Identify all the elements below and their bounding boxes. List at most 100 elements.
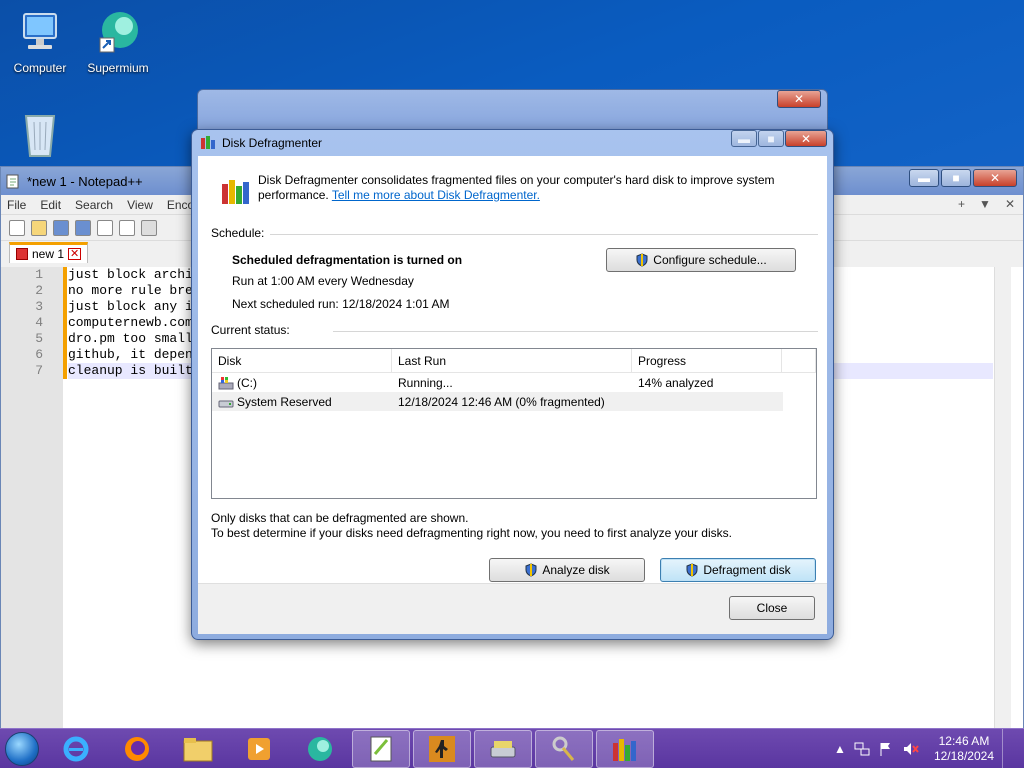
close-dialog-button[interactable]: Close xyxy=(729,596,815,620)
desktop-icon-supermium[interactable]: Supermium xyxy=(78,8,158,75)
line-number: 2 xyxy=(35,283,43,298)
line-number: 1 xyxy=(35,267,43,282)
notepad-doc-controls: + ▼ ✕ xyxy=(958,197,1015,211)
notepad-app-icon xyxy=(6,174,19,189)
show-desktop-button[interactable] xyxy=(1002,729,1016,768)
column-filler xyxy=(782,349,816,372)
background-close-button[interactable]: ✕ xyxy=(777,90,821,108)
notepad-title: *new 1 - Notepad++ xyxy=(27,173,143,189)
line-number-gutter: 1 2 3 4 5 6 7 xyxy=(1,267,63,729)
recycle-bin-icon xyxy=(24,115,56,157)
vertical-scrollbar[interactable] xyxy=(994,267,1011,729)
configure-schedule-button[interactable]: Configure schedule... xyxy=(606,248,796,272)
shield-icon xyxy=(686,563,698,577)
column-disk[interactable]: Disk xyxy=(212,349,392,372)
taskbar-supermium[interactable] xyxy=(291,730,349,768)
status-divider xyxy=(333,331,818,332)
menu-edit[interactable]: Edit xyxy=(40,198,61,212)
start-button[interactable] xyxy=(0,729,44,768)
new-file-icon[interactable] xyxy=(9,219,25,236)
network-icon[interactable] xyxy=(854,741,870,757)
disk-cell: (C:) xyxy=(212,376,392,390)
line-number: 4 xyxy=(35,315,43,330)
note-line-2: To best determine if your disks need def… xyxy=(211,526,732,540)
volume-muted-icon[interactable] xyxy=(902,741,920,757)
notepadpp-icon xyxy=(370,736,392,761)
menu-search[interactable]: Search xyxy=(75,198,113,212)
schedule-status: Scheduled defragmentation is turned on xyxy=(232,253,463,267)
save-all-icon[interactable] xyxy=(75,219,91,236)
disk-name: (C:) xyxy=(237,375,257,390)
maximize-button[interactable]: ■ xyxy=(941,169,971,187)
disk-name: System Reserved xyxy=(237,394,332,409)
dialog-close-button[interactable]: ✕ xyxy=(785,130,827,147)
desktop-icon-computer[interactable]: Computer xyxy=(0,8,80,75)
desktop-icon-recycle-bin[interactable] xyxy=(0,108,80,165)
dialog-title: Disk Defragmenter xyxy=(222,136,323,150)
taskbar-explorer[interactable] xyxy=(169,730,227,768)
print-icon[interactable] xyxy=(141,219,157,236)
dialog-maximize-button[interactable]: ■ xyxy=(758,130,784,147)
action-center-flag-icon[interactable] xyxy=(878,741,894,757)
tab-new-1[interactable]: new 1 ✕ xyxy=(9,242,89,263)
progress-cell: 14% analyzed xyxy=(638,375,714,390)
taskbar-ie[interactable] xyxy=(47,730,105,768)
dialog-minimize-button[interactable]: ▬ xyxy=(731,130,757,147)
last-run-cell: Running... xyxy=(398,375,453,390)
close-button[interactable]: ✕ xyxy=(973,169,1017,187)
column-progress[interactable]: Progress xyxy=(632,349,782,372)
windows-orb-icon xyxy=(5,731,39,766)
analyze-disk-button[interactable]: Analyze disk xyxy=(489,558,645,582)
drive-icon xyxy=(218,400,234,407)
disk-cell: System Reserved xyxy=(212,395,392,409)
taskbar-media-player[interactable] xyxy=(230,730,288,768)
disk-row[interactable]: System Reserved 12/18/2024 12:46 AM (0% … xyxy=(212,392,783,411)
desktop-icon-label: Computer xyxy=(13,61,67,75)
configure-schedule-label: Configure schedule... xyxy=(653,253,767,267)
menu-view[interactable]: View xyxy=(127,198,153,212)
close-doc-icon[interactable]: ✕ xyxy=(1005,197,1015,211)
current-status-header: Current status: xyxy=(211,323,290,337)
taskbar-drive-tool[interactable] xyxy=(474,729,532,768)
file-modified-icon xyxy=(16,248,28,260)
tab-close-icon[interactable]: ✕ xyxy=(68,248,82,260)
dialog-footer: Close xyxy=(198,583,827,634)
close-label: Close xyxy=(756,601,788,615)
disk-list[interactable]: Disk Last Run Progress (C:) Running... 1… xyxy=(211,348,817,499)
defrag-icon xyxy=(613,738,636,761)
taskbar-game[interactable] xyxy=(413,729,471,768)
line-number: 6 xyxy=(35,347,43,362)
media-player-icon xyxy=(248,737,270,760)
defragment-disk-button[interactable]: Defragment disk xyxy=(660,558,816,582)
taskbar-firefox[interactable] xyxy=(108,730,166,768)
close-all-icon[interactable] xyxy=(119,219,135,236)
firefox-icon xyxy=(125,736,149,761)
clock[interactable]: 12:46 AM 12/18/2024 xyxy=(934,734,994,764)
shield-icon xyxy=(525,563,537,577)
note-line-1: Only disks that can be defragmented are … xyxy=(211,511,469,525)
taskbar-tools[interactable] xyxy=(535,729,593,768)
defragment-disk-label: Defragment disk xyxy=(703,563,791,577)
column-last-run[interactable]: Last Run xyxy=(392,349,632,372)
system-tray: ▲ 12:46 AM 12/18/2024 xyxy=(834,729,1024,768)
minimize-button[interactable]: ▬ xyxy=(909,169,939,187)
taskbar-disk-defragmenter[interactable] xyxy=(596,729,654,768)
defrag-large-icon xyxy=(222,180,249,204)
save-icon[interactable] xyxy=(53,219,69,236)
dialog-client: Disk Defragmenter consolidates fragmente… xyxy=(198,156,827,634)
close-file-icon[interactable] xyxy=(97,219,113,236)
taskbar: ▲ 12:46 AM 12/18/2024 xyxy=(0,728,1024,768)
tray-expand-icon[interactable]: ▲ xyxy=(834,742,846,756)
last-run-cell: 12/18/2024 12:46 AM (0% fragmented) xyxy=(398,394,605,409)
tab-label: new 1 xyxy=(32,247,65,261)
analyze-disk-label: Analyze disk xyxy=(542,563,610,577)
tab-list-icon[interactable]: ▼ xyxy=(979,197,991,211)
taskbar-notepadpp[interactable] xyxy=(352,729,410,768)
computer-icon xyxy=(23,13,57,49)
disk-row[interactable]: (C:) Running... 14% analyzed xyxy=(212,373,816,392)
menu-file[interactable]: File xyxy=(7,198,26,212)
schedule-next-run: Next scheduled run: 12/18/2024 1:01 AM xyxy=(232,297,450,311)
learn-more-link[interactable]: Tell me more about Disk Defragmenter. xyxy=(332,188,540,202)
open-file-icon[interactable] xyxy=(31,219,47,236)
new-tab-icon[interactable]: + xyxy=(958,197,965,211)
